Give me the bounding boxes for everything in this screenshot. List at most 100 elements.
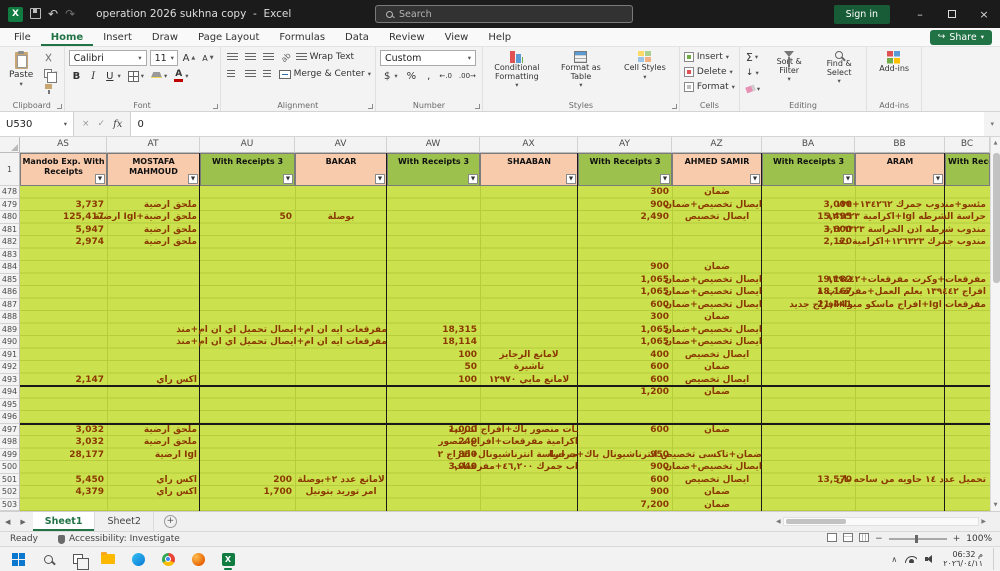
hscroll-track[interactable] (782, 517, 980, 526)
cell-AY488[interactable]: 300 (578, 311, 672, 324)
fill-button[interactable]: ↓ ▾ (744, 66, 762, 80)
cell-AY484[interactable]: 900 (578, 261, 672, 274)
cell-AZ503[interactable]: ضمان (672, 499, 762, 512)
filter-button-AY[interactable]: ▼ (660, 174, 670, 184)
orientation-button[interactable]: ab (279, 50, 293, 64)
file-explorer-button[interactable] (96, 548, 120, 570)
column-group-header-AY[interactable]: With Receipts 3 ▼ (578, 153, 672, 186)
cell-AZ480[interactable]: ايصال تخصيص (672, 211, 762, 224)
filter-button-AX[interactable]: ▼ (566, 174, 576, 184)
cell-AS479[interactable]: 3,737 (20, 199, 107, 212)
cell-AZ499[interactable]: ضمان+تاكسى تخصيص انترناشيونال باك+حراسا (549, 449, 762, 462)
redo-button[interactable]: ↷ (65, 8, 75, 20)
row-header-503[interactable]: 503 (0, 498, 20, 511)
styles-dialog-launcher[interactable] (671, 104, 677, 109)
cell-AS498[interactable]: 3,032 (20, 436, 107, 449)
cell-AZ500[interactable]: ايصال تخصيص+ضمان (664, 461, 762, 474)
row-header-482[interactable]: 482 (0, 236, 20, 249)
cell-BB480[interactable]: حراسة الشرطه Igl+اكرامية ١٢٦٣٢٣ (827, 211, 990, 224)
row-header-488[interactable]: 488 (0, 311, 20, 324)
name-box[interactable]: U530 ▾ (0, 112, 74, 136)
cell-AX498[interactable]: اكرامية مفرقعات+افراج منصور (438, 436, 578, 449)
cell-AW489[interactable]: 18,315 (387, 324, 480, 337)
cell-AT502[interactable]: اكس راي (107, 486, 200, 499)
column-header-BB[interactable]: BB (855, 137, 945, 153)
cell-AY497[interactable]: 600 (578, 424, 672, 437)
column-group-header-AS[interactable]: Mandob Exp. With Receipts ▼ (20, 153, 107, 186)
show-desktop-button[interactable] (993, 548, 996, 570)
column-header-AS[interactable]: AS (20, 137, 107, 153)
wifi-button[interactable] (905, 555, 918, 563)
column-group-header-AW[interactable]: With Receipts 3 ▼ (387, 153, 480, 186)
column-header-AV[interactable]: AV (295, 137, 387, 153)
borders-button[interactable]: ▾ (126, 69, 146, 83)
formula-bar-expand-button[interactable]: ▾ (984, 112, 1000, 136)
row-header-499[interactable]: 499 (0, 448, 20, 461)
row-header-497[interactable]: 497 (0, 423, 20, 436)
vscroll-thumb[interactable] (992, 153, 1000, 283)
cell-AS482[interactable]: 2,974 (20, 236, 107, 249)
cell-BB487[interactable]: مفرقعات Igl+افراج ماسكو ميوا+افراج جديد (789, 299, 990, 312)
fill-color-button[interactable]: ▾ (149, 69, 169, 83)
font-dialog-launcher[interactable] (212, 104, 218, 109)
tab-help[interactable]: Help (478, 28, 521, 46)
cell-AV490[interactable]: مفرقعات ايه ان ام+ايصال تحميل اي ان ام+م… (176, 336, 387, 349)
cell-AZ501[interactable]: ايصال تخصيص (672, 474, 762, 487)
sort-filter-button[interactable]: Sort & Filter ▾ (766, 50, 812, 84)
insert-cells-button[interactable]: Insert ▾ (683, 50, 735, 64)
hidden-icons-button[interactable]: ∧ (891, 555, 897, 564)
tab-file[interactable]: File (4, 28, 41, 46)
cell-AS497[interactable]: 3,032 (20, 424, 107, 437)
row-header-484[interactable]: 484 (0, 261, 20, 274)
chrome-button[interactable] (156, 548, 180, 570)
insert-function-button[interactable]: fx (113, 119, 122, 130)
column-group-header-AX[interactable]: SHAABAN ▼ (480, 153, 578, 186)
row-header-489[interactable]: 489 (0, 323, 20, 336)
tab-home[interactable]: Home (41, 28, 93, 46)
copy-button[interactable]: ▾ (42, 66, 59, 83)
row-header-500[interactable]: 500 (0, 461, 20, 474)
column-header-AU[interactable]: AU (200, 137, 295, 153)
cell-AY502[interactable]: 900 (578, 486, 672, 499)
percent-style-button[interactable]: % (403, 69, 421, 83)
sheet-tab-sheet1[interactable]: Sheet1 (32, 512, 96, 531)
cell-BB485[interactable]: مفرقعات+وكرت مفرقعات+١٣٩٤٤٢ (827, 274, 990, 287)
cell-AT499[interactable]: Igl ارضية (107, 449, 200, 462)
column-header-AW[interactable]: AW (387, 137, 480, 153)
row-header-490[interactable]: 490 (0, 336, 20, 349)
row-header-502[interactable]: 502 (0, 486, 20, 499)
row-header-491[interactable]: 491 (0, 348, 20, 361)
minimize-button[interactable]: – (904, 0, 936, 28)
font-size-select[interactable]: 11 ▾ (149, 50, 178, 66)
excel-taskbar-button[interactable] (216, 548, 240, 570)
cell-AZ479[interactable]: ايصال تخصيص+ضمان (664, 199, 762, 212)
clear-button[interactable]: ▾ (744, 82, 762, 96)
vscroll-down-button[interactable]: ▼ (991, 502, 1000, 508)
cell-AZ478[interactable]: ضمان (672, 186, 762, 199)
number-dialog-launcher[interactable] (474, 104, 480, 109)
cell-AS501[interactable]: 5,450 (20, 474, 107, 487)
filter-button-AZ[interactable]: ▼ (750, 174, 760, 184)
cell-AY480[interactable]: 2,490 (578, 211, 672, 224)
row-header-493[interactable]: 493 (0, 373, 20, 386)
filter-button-BB[interactable]: ▼ (933, 174, 943, 184)
align-center-button[interactable] (243, 67, 258, 81)
cell-AY479[interactable]: 900 (578, 199, 672, 212)
filter-button-AS[interactable]: ▼ (95, 174, 105, 184)
row-header-492[interactable]: 492 (0, 361, 20, 374)
filter-button-AV[interactable]: ▼ (375, 174, 385, 184)
add-ins-button[interactable]: Add-ins (871, 50, 917, 75)
font-name-select[interactable]: Calibri ▾ (68, 50, 147, 66)
accounting-format-button[interactable]: $ ▾ (380, 69, 400, 83)
taskbar-clock[interactable]: 06:32 م ٢٠٢٦/٠٤/١١ (943, 550, 985, 568)
cell-AV489[interactable]: مفرقعات ايه ان ام+ايصال تحميل اي ان ام+م… (176, 324, 387, 337)
cell-AZ491[interactable]: ايصال تخصيص (672, 349, 762, 362)
row-header-478[interactable]: 478 (0, 186, 20, 199)
column-header-AT[interactable]: AT (107, 137, 200, 153)
delete-cells-button[interactable]: Delete ▾ (683, 65, 735, 79)
vertical-scrollbar[interactable]: ▲ ▼ (990, 137, 1000, 511)
maximize-button[interactable] (936, 0, 968, 28)
zoom-slider[interactable] (888, 535, 947, 543)
hscroll-thumb[interactable] (785, 519, 846, 524)
vscroll-up-button[interactable]: ▲ (991, 140, 1000, 146)
